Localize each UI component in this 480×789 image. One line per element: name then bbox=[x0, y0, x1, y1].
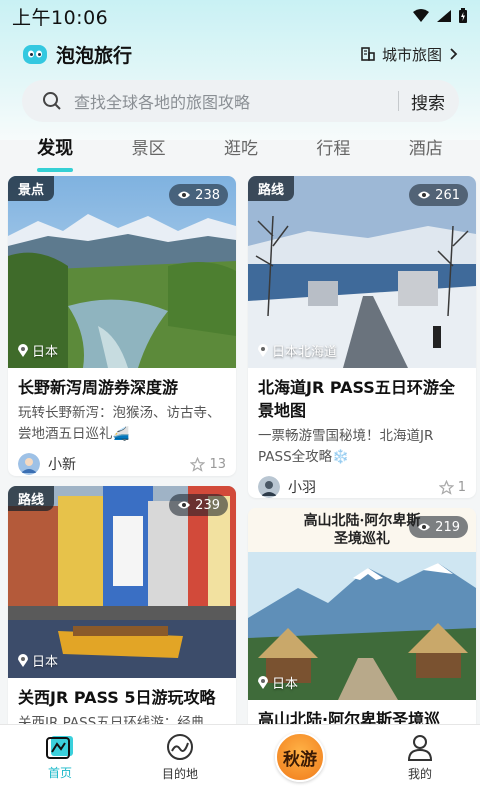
location-text: 日本北海道 bbox=[272, 345, 338, 360]
card-description: 玩转长野新泻：泡猴汤、访古寺、尝地酒五日巡礼🚄 bbox=[18, 405, 221, 442]
location-text: 日本 bbox=[272, 677, 299, 692]
search-input[interactable]: 查找全球各地的旅图攻略 bbox=[74, 89, 398, 113]
nav-profile-label: 我的 bbox=[407, 766, 432, 781]
app-header: 泡泡旅行 城市旅图 bbox=[0, 36, 480, 72]
tab-hotel[interactable]: 酒店 bbox=[399, 128, 453, 168]
card-description: 一票畅游雪国秘境！北海道JR PASS全攻略❄️ bbox=[258, 428, 434, 465]
location-label: 日本 bbox=[18, 341, 58, 360]
card-image: 路线 239 日本 bbox=[8, 486, 236, 678]
nav-destination-label: 目的地 bbox=[161, 766, 198, 781]
card-tag: 路线 bbox=[248, 176, 295, 201]
like-count: 13 bbox=[209, 456, 226, 472]
card-image: 路线 261 日本北海道 bbox=[248, 176, 476, 368]
view-count: 238 bbox=[195, 187, 220, 203]
city-map-link[interactable]: 城市旅图 bbox=[360, 44, 458, 65]
image-caption-line2: 圣境巡礼 bbox=[334, 531, 390, 547]
card-title: 长野新泻周游券深度游 bbox=[18, 378, 179, 397]
tab-food[interactable]: 逛吃 bbox=[214, 128, 268, 168]
bottom-nav: 首页 目的地 秋游 我的 bbox=[0, 724, 480, 789]
chevron-right-icon bbox=[450, 48, 458, 60]
home-map-icon bbox=[46, 735, 73, 759]
status-time: 上午10:06 bbox=[12, 6, 109, 29]
card-tag: 景点 bbox=[8, 176, 55, 201]
city-map-label: 城市旅图 bbox=[381, 45, 442, 64]
search-bar[interactable]: 查找全球各地的旅图攻略 搜索 bbox=[22, 80, 459, 122]
autumn-trip-badge: 秋游 bbox=[275, 732, 325, 782]
location-text: 日本 bbox=[32, 345, 59, 360]
card-image: 景点 238 日本 bbox=[8, 176, 236, 368]
card-title: 北海道JR PASS五日环游全景地图 bbox=[258, 378, 455, 420]
card-footer: 小羽 1 bbox=[248, 468, 476, 498]
signal-icon bbox=[437, 10, 451, 22]
card-tag: 路线 bbox=[8, 486, 55, 511]
status-icons bbox=[412, 8, 468, 24]
feed-card[interactable]: 路线 261 日本北海道 北海道JR PASS五日环游全景地图 一票畅游雪国秘境… bbox=[248, 176, 476, 498]
location-pin-icon bbox=[18, 654, 28, 667]
status-bar: 上午10:06 bbox=[0, 0, 480, 32]
author-name[interactable]: 小羽 bbox=[288, 477, 316, 497]
eye-icon bbox=[178, 191, 191, 199]
globe-icon bbox=[167, 733, 193, 760]
wifi-icon bbox=[413, 9, 429, 22]
user-icon bbox=[407, 734, 433, 761]
location-label: 日本北海道 bbox=[258, 341, 337, 360]
search-icon bbox=[43, 92, 61, 110]
feed-card[interactable]: 路线 239 日本 关西JR PASS 5日游玩攻略 关西JR PASS五日环线… bbox=[8, 486, 236, 724]
nav-autumn-trip[interactable]: 秋游 bbox=[240, 725, 360, 789]
battery-icon bbox=[459, 8, 467, 23]
location-pin-icon bbox=[258, 676, 268, 689]
nav-home-label: 首页 bbox=[47, 765, 72, 780]
location-pin-icon bbox=[258, 344, 268, 357]
card-title: 关西JR PASS 5日游玩攻略 bbox=[18, 688, 216, 707]
tab-discover[interactable]: 发现 bbox=[27, 128, 83, 168]
avatar[interactable] bbox=[258, 476, 280, 498]
location-text: 日本 bbox=[32, 655, 59, 670]
feed-card[interactable]: 219 高山北陆·阿尔卑斯 圣境巡礼 日本 高山北陆·阿尔卑斯圣境巡 bbox=[248, 508, 476, 724]
view-count: 239 bbox=[195, 497, 220, 513]
nav-profile[interactable]: 我的 bbox=[360, 725, 480, 789]
bubble-logo-icon bbox=[23, 45, 47, 64]
star-icon bbox=[190, 456, 206, 472]
tab-scenic[interactable]: 景区 bbox=[122, 128, 176, 168]
city-map-icon bbox=[361, 47, 375, 61]
eye-icon bbox=[418, 191, 431, 199]
avatar[interactable] bbox=[18, 453, 40, 475]
image-caption-line1: 高山北陆·阿尔卑斯 bbox=[303, 513, 421, 529]
nav-autumn-trip-label: 秋游 bbox=[283, 749, 317, 770]
like-button[interactable]: 1 bbox=[438, 479, 466, 495]
card-footer: 小新 13 bbox=[8, 445, 236, 476]
author-name[interactable]: 小新 bbox=[48, 454, 76, 474]
app-title: 泡泡旅行 bbox=[56, 44, 133, 67]
view-count-badge: 239 bbox=[169, 494, 228, 516]
star-icon bbox=[438, 479, 454, 495]
search-divider bbox=[398, 91, 399, 111]
like-count: 1 bbox=[457, 479, 466, 495]
location-label: 日本 bbox=[258, 673, 298, 692]
search-button[interactable]: 搜索 bbox=[411, 89, 445, 114]
tab-itinerary[interactable]: 行程 bbox=[306, 128, 360, 168]
location-label: 日本 bbox=[18, 651, 58, 670]
card-image: 219 高山北陆·阿尔卑斯 圣境巡礼 日本 bbox=[248, 508, 476, 700]
card-title: 高山北陆·阿尔卑斯圣境巡 bbox=[258, 710, 441, 724]
category-tabs: 发现 景区 逛吃 行程 酒店 bbox=[0, 128, 480, 168]
image-caption: 高山北陆·阿尔卑斯 圣境巡礼 bbox=[248, 512, 476, 548]
like-button[interactable]: 13 bbox=[190, 456, 226, 472]
eye-icon bbox=[178, 501, 191, 509]
view-count-badge: 238 bbox=[169, 184, 228, 206]
view-count-badge: 261 bbox=[409, 184, 468, 206]
location-pin-icon bbox=[18, 344, 28, 357]
nav-destination[interactable]: 目的地 bbox=[120, 725, 240, 789]
card-description: 关西JR PASS五日环线游：经典 bbox=[18, 715, 205, 724]
feed-card[interactable]: 景点 238 日本 长野新泻周游券深度游 玩转长野新泻：泡猴汤、访古寺、尝地酒五… bbox=[8, 176, 236, 476]
feed: 景点 238 日本 长野新泻周游券深度游 玩转长野新泻：泡猴汤、访古寺、尝地酒五… bbox=[0, 176, 480, 724]
nav-home[interactable]: 首页 bbox=[0, 725, 120, 789]
view-count: 261 bbox=[435, 187, 460, 203]
